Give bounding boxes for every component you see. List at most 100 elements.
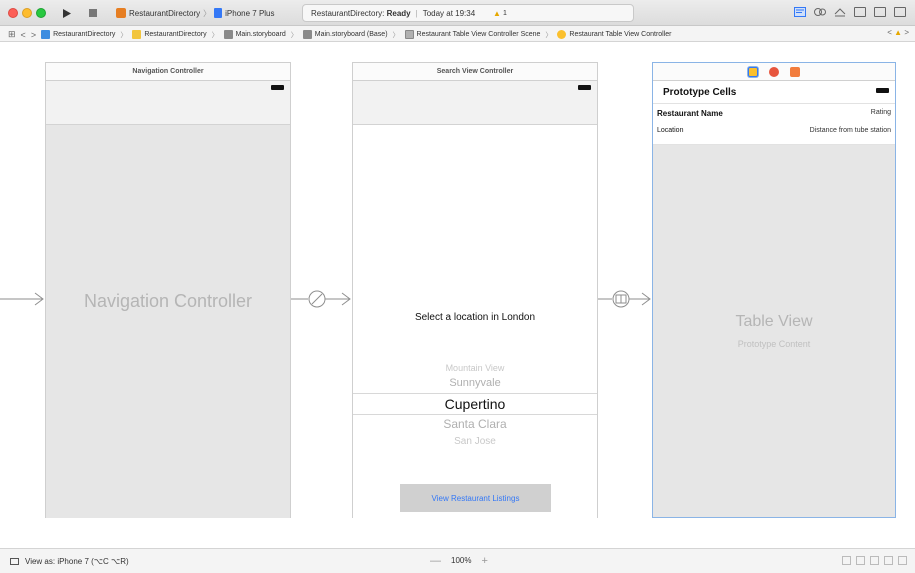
breadcrumb-label: Main.storyboard — [235, 31, 286, 38]
chevron-left-icon: < — [887, 28, 892, 37]
align-icon[interactable] — [842, 556, 851, 565]
chevron-right-icon: > — [904, 28, 909, 37]
embed-in-stack-icon[interactable] — [898, 556, 907, 565]
scene-dock — [653, 63, 895, 81]
view-controller-icon[interactable] — [748, 66, 758, 77]
chevron-right-icon: 〉 — [290, 31, 298, 39]
navigator-panel-icon — [854, 7, 866, 17]
device-frame-icon — [10, 558, 19, 565]
show-segue[interactable] — [598, 290, 652, 308]
search-view: Select a location in London Mountain Vie… — [353, 125, 597, 518]
standard-editor-icon — [794, 7, 806, 17]
view-listings-button[interactable]: View Restaurant Listings — [400, 484, 551, 512]
search-view-controller-scene[interactable]: Search View Controller Select a location… — [352, 62, 598, 518]
back-button[interactable]: < — [21, 30, 26, 40]
initial-view-controller-arrow[interactable] — [0, 292, 45, 306]
canvas-bottom-bar: View as: iPhone 7 (⌥C ⌥R) — 100% + — [0, 548, 915, 573]
utilities-panel-icon — [894, 7, 906, 17]
close-window-button[interactable] — [8, 8, 18, 18]
stop-button[interactable] — [86, 5, 100, 21]
play-icon — [63, 8, 71, 18]
view-controller-icon — [557, 30, 567, 39]
run-button[interactable] — [60, 5, 74, 21]
resizing-behavior-icon[interactable] — [884, 556, 893, 565]
picker-row[interactable]: San Jose — [353, 436, 597, 447]
jump-bar: ⊞ < > RestaurantDirectory 〉 RestaurantDi… — [0, 26, 915, 42]
breadcrumb-label: Restaurant Table View Controller — [569, 31, 672, 38]
storyboard-icon — [302, 30, 312, 39]
zoom-controls: — 100% + — [430, 555, 488, 566]
version-editor-button[interactable] — [833, 5, 847, 19]
version-editor-icon — [834, 8, 846, 17]
view-as-label: View as: iPhone 7 (⌥C ⌥R) — [25, 557, 129, 566]
issue-navigator-controls[interactable]: < ▲ > — [887, 28, 909, 37]
layout-tools — [842, 556, 907, 565]
battery-icon — [578, 85, 591, 90]
breadcrumb-label: Main.storyboard (Base) — [314, 31, 388, 38]
storyboard-icon — [223, 30, 233, 39]
utilities-toggle-button[interactable] — [893, 5, 907, 19]
debug-area-toggle-button[interactable] — [873, 5, 887, 19]
breadcrumb-controller[interactable]: Restaurant Table View Controller — [557, 30, 672, 39]
navigation-controller-scene[interactable]: Navigation Controller Navigation Control… — [45, 62, 291, 518]
view-as-device-button[interactable]: View as: iPhone 7 (⌥C ⌥R) — [10, 557, 129, 566]
window-toolbar: RestaurantDirectory 〉 iPhone 7 Plus Rest… — [0, 0, 915, 26]
warning-icon[interactable]: ▲ — [493, 9, 501, 18]
pin-icon[interactable] — [856, 556, 865, 565]
scheme-device: iPhone 7 Plus — [225, 8, 275, 18]
breadcrumb-label: RestaurantDirectory — [53, 31, 116, 38]
picker-row[interactable]: Sunnyvale — [353, 377, 597, 389]
activity-project: RestaurantDirectory: — [311, 8, 385, 18]
navigation-controller-label: Navigation Controller — [83, 291, 253, 311]
editor-mode-controls — [793, 5, 907, 19]
table-view-label: Table View — [735, 313, 813, 330]
breadcrumb-storyboard-base[interactable]: Main.storyboard (Base) — [302, 30, 388, 39]
storyboard-canvas[interactable]: Navigation Controller Navigation Control… — [0, 42, 915, 548]
assistant-editor-button[interactable] — [813, 5, 827, 19]
related-items-icon[interactable]: ⊞ — [8, 29, 16, 40]
debug-panel-icon — [874, 7, 886, 17]
zoom-window-button[interactable] — [36, 8, 46, 18]
chevron-right-icon: 〉 — [203, 8, 212, 18]
breadcrumb-group[interactable]: RestaurantDirectory — [132, 30, 207, 39]
first-responder-icon[interactable] — [769, 66, 779, 77]
breadcrumb-storyboard[interactable]: Main.storyboard — [223, 30, 286, 39]
navigation-bar — [46, 81, 290, 125]
scheme-selector[interactable]: RestaurantDirectory 〉 iPhone 7 Plus — [116, 6, 275, 20]
zoom-out-button[interactable]: — — [430, 555, 441, 566]
navigation-bar — [353, 81, 597, 125]
folder-icon — [132, 30, 142, 39]
breadcrumb-scene[interactable]: Restaurant Table View Controller Scene — [404, 30, 541, 39]
exit-icon[interactable] — [790, 66, 800, 77]
cell-rating: Rating — [870, 109, 891, 116]
warning-count: 1 — [503, 9, 507, 17]
restaurant-table-view-controller-scene[interactable]: Prototype Cells Restaurant Name Rating L… — [652, 62, 896, 518]
breadcrumb-label: RestaurantDirectory — [144, 31, 207, 38]
project-icon — [41, 30, 51, 39]
prototype-cell[interactable]: Restaurant Name Rating Location Distance… — [653, 103, 895, 145]
navigator-toggle-button[interactable] — [853, 5, 867, 19]
chevron-right-icon: 〉 — [211, 31, 219, 39]
zoom-in-button[interactable]: + — [481, 555, 487, 566]
breadcrumb-project[interactable]: RestaurantDirectory — [41, 30, 115, 39]
activity-time: Today at 19:34 — [422, 8, 476, 18]
root-relationship-segue[interactable] — [291, 290, 352, 308]
prototype-cells-header: Prototype Cells — [653, 81, 895, 103]
navigation-controller-body: Navigation Controller — [46, 125, 290, 518]
minimize-window-button[interactable] — [22, 8, 32, 18]
forward-button[interactable]: > — [31, 30, 36, 40]
scene-title: Navigation Controller — [46, 63, 290, 81]
resolve-issues-icon[interactable] — [870, 556, 879, 565]
activity-divider: | — [415, 8, 418, 18]
activity-state: Ready — [386, 8, 411, 18]
assistant-editor-icon — [814, 8, 826, 16]
standard-editor-button[interactable] — [793, 5, 807, 19]
breadcrumb-label: Restaurant Table View Controller Scene — [416, 31, 541, 38]
scene-title: Search View Controller — [353, 63, 597, 81]
warning-icon: ▲ — [894, 28, 903, 37]
picker-row[interactable]: Mountain View — [353, 363, 597, 373]
zoom-level[interactable]: 100% — [451, 556, 471, 565]
activity-viewer[interactable]: RestaurantDirectory: Ready | Today at 19… — [302, 4, 634, 22]
picker-row[interactable]: Santa Clara — [353, 417, 597, 431]
cell-distance: Distance from tube station — [809, 127, 891, 134]
